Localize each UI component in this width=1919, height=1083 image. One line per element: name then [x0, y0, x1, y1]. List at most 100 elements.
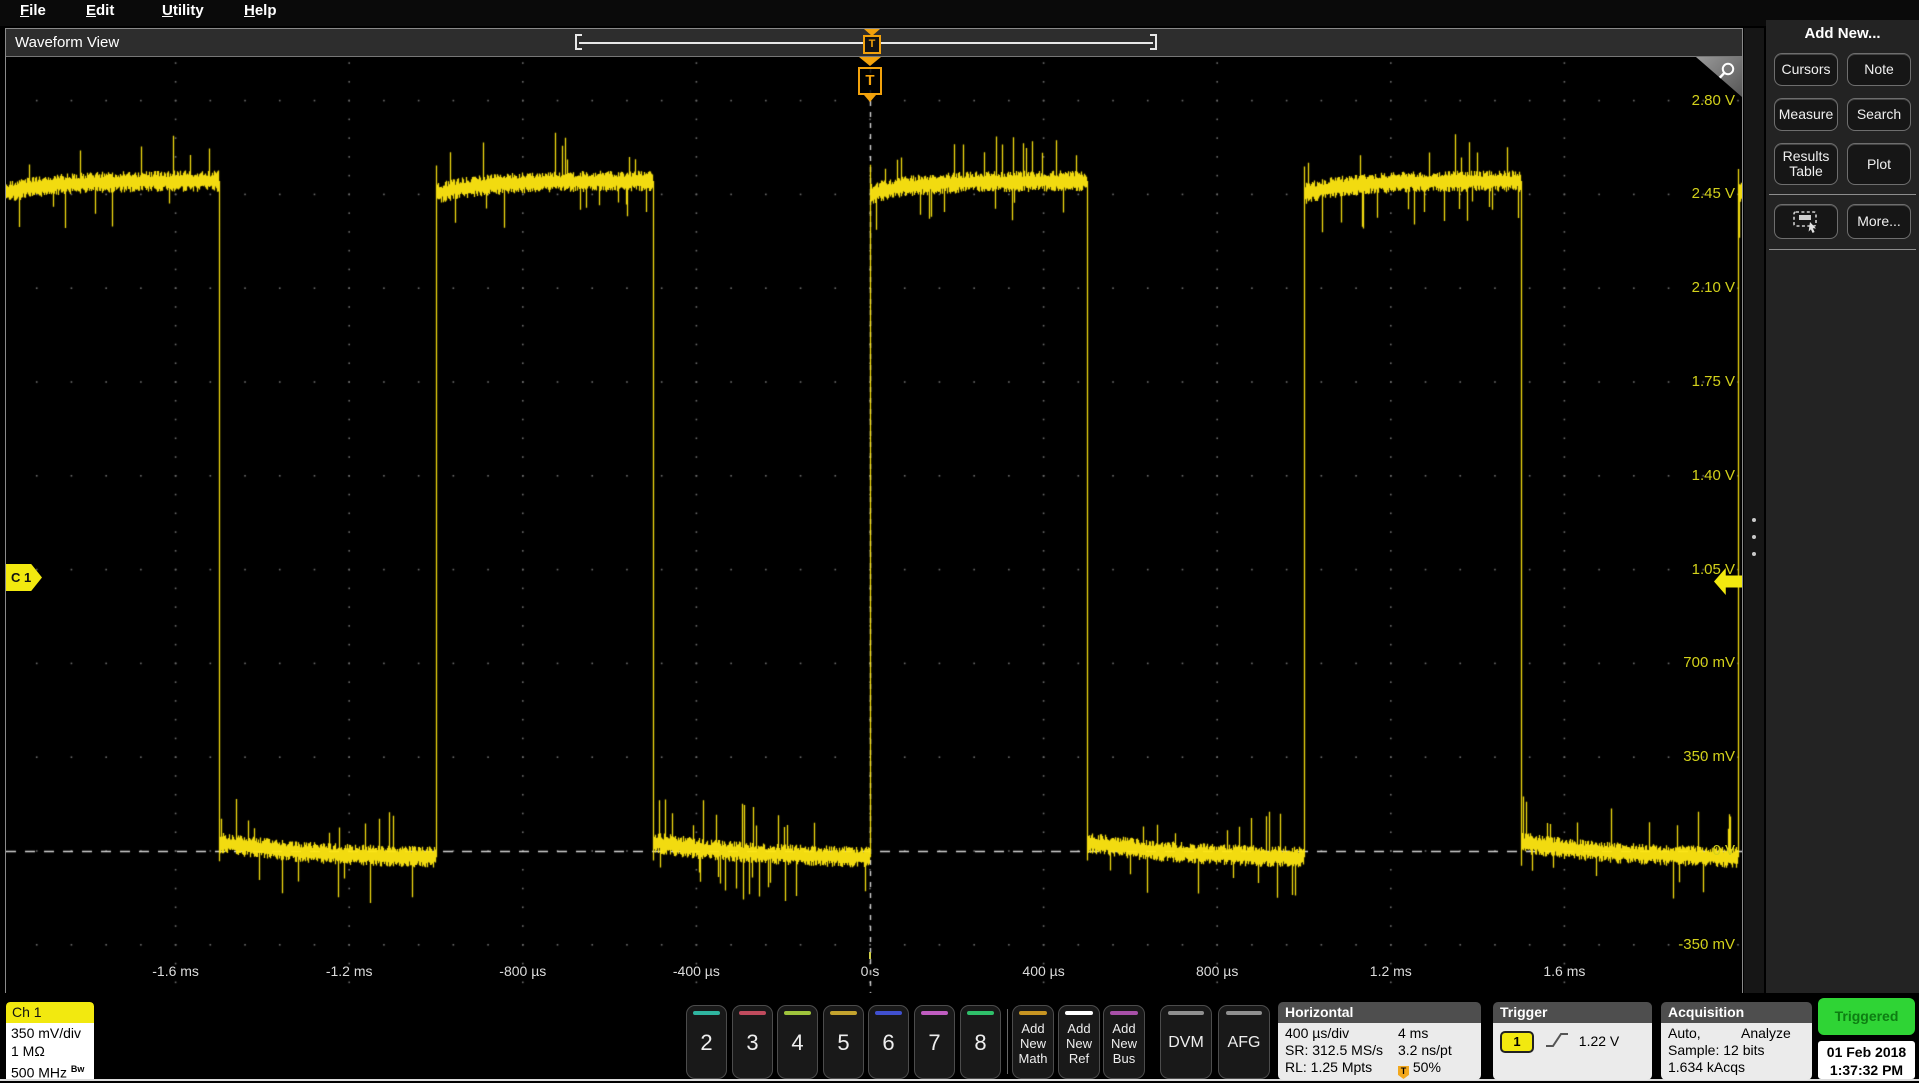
channel-8-button[interactable]: 8 — [960, 1005, 1001, 1079]
channel-button-label: 3 — [733, 1030, 772, 1056]
trigger-t-icon: T — [858, 67, 882, 95]
trigger-triangle-icon — [859, 57, 881, 66]
search-button[interactable]: Search — [1847, 98, 1911, 131]
zero-time-tick — [869, 952, 871, 959]
time-tick-label: -1.6 ms — [131, 963, 221, 979]
results-table-button[interactable]: Results Table — [1774, 143, 1838, 185]
voltage-tick-label: 1.75 V — [1655, 373, 1735, 390]
button-label: DVM — [1161, 1034, 1211, 1052]
button-color-stripe — [1019, 1011, 1047, 1015]
add-new-ref-button[interactable]: AddNewRef — [1058, 1005, 1100, 1079]
afg-button[interactable]: AFG — [1218, 1005, 1270, 1079]
time-label: 1:37:32 PM — [1818, 1061, 1915, 1079]
channel-color-stripe — [830, 1011, 857, 1015]
channel-button-label: 7 — [915, 1030, 954, 1056]
button-label: AddNewBus — [1104, 1021, 1144, 1066]
panel-divider — [1769, 194, 1916, 195]
trigger-badge[interactable]: Trigger 1 1.22 V — [1493, 1002, 1652, 1080]
acquisition-mode: Auto, — [1668, 1025, 1701, 1041]
waveform-canvas[interactable] — [6, 57, 1742, 993]
waveform-plot[interactable]: T C 1 2.80 V2.45 V2.10 V1.75 V1.40 V1.05… — [6, 57, 1742, 993]
acquisition-badge[interactable]: Acquisition Auto, Analyze Sample: 12 bit… — [1661, 1002, 1812, 1080]
date-label: 01 Feb 2018 — [1818, 1043, 1915, 1061]
button-color-stripe — [1226, 1011, 1262, 1015]
channel-color-stripe — [921, 1011, 948, 1015]
datetime-box: 01 Feb 2018 1:37:32 PM — [1818, 1041, 1915, 1079]
splitter-handle-dot — [1752, 535, 1756, 539]
channel-button-label: 4 — [778, 1030, 817, 1056]
channel-color-stripe — [875, 1011, 902, 1015]
splitter-handle-dot — [1752, 552, 1756, 556]
button-label: AFG — [1219, 1034, 1269, 1052]
channel-impedance: 1 MΩ — [11, 1042, 94, 1060]
channel-2-button[interactable]: 2 — [686, 1005, 727, 1079]
channel-button-label: 8 — [961, 1030, 1000, 1056]
add-new-bus-button[interactable]: AddNewBus — [1103, 1005, 1145, 1079]
cursors-button[interactable]: Cursors — [1774, 53, 1838, 86]
horizontal-scale: 400 µs/div — [1285, 1025, 1349, 1041]
record-view-right-bracket[interactable] — [1150, 34, 1157, 50]
channel-color-stripe — [967, 1011, 994, 1015]
menu-edit[interactable]: Edit — [86, 2, 114, 19]
acquisition-analyze: Analyze — [1741, 1025, 1791, 1041]
select-mode-button[interactable] — [1774, 204, 1838, 239]
channel-6-button[interactable]: 6 — [868, 1005, 909, 1079]
time-tick-label: 400 µs — [999, 963, 1089, 979]
plot-button[interactable]: Plot — [1847, 143, 1911, 185]
menu-help[interactable]: Help — [244, 2, 277, 19]
add-new-panel: Add New... Cursors Note Measure Search R… — [1766, 20, 1919, 993]
time-tick-label: 1.6 ms — [1519, 963, 1609, 979]
channel-4-button[interactable]: 4 — [777, 1005, 818, 1079]
button-color-stripe — [1110, 1011, 1138, 1015]
button-color-stripe — [1065, 1011, 1093, 1015]
sample-resolution: 3.2 ns/pt — [1398, 1042, 1452, 1058]
channel-1-badge-body: 350 mV/div 1 MΩ 500 MHz Bw — [6, 1023, 94, 1079]
menu-utility[interactable]: Utility — [162, 2, 204, 19]
add-new-math-button[interactable]: AddNewMath — [1012, 1005, 1054, 1079]
trigger-badge-body: 1 1.22 V — [1493, 1023, 1652, 1080]
channel-1-badge[interactable]: Ch 1 350 mV/div 1 MΩ 500 MHz Bw — [6, 1002, 94, 1079]
rising-edge-icon — [1544, 1030, 1570, 1050]
acquisition-badge-title: Acquisition — [1661, 1002, 1812, 1023]
more-button[interactable]: More... — [1847, 204, 1911, 239]
trigger-t-icon: T — [863, 35, 881, 54]
horizontal-badge[interactable]: Horizontal 400 µs/div 4 ms SR: 312.5 MS/… — [1278, 1002, 1481, 1080]
trigger-position-marker-small[interactable]: T — [863, 29, 881, 54]
channel-color-stripe — [693, 1011, 720, 1015]
channel-add-separator — [1007, 1009, 1008, 1074]
trigger-flag-tip — [864, 95, 876, 102]
channel-5-button[interactable]: 5 — [823, 1005, 864, 1079]
button-label: AddNewRef — [1059, 1021, 1099, 1066]
time-tick-label: -1.2 ms — [304, 963, 394, 979]
selection-box-icon — [1791, 210, 1821, 234]
panel-divider — [1769, 249, 1916, 250]
menu-file[interactable]: File — [20, 2, 46, 19]
time-tick-label: 0 s — [825, 963, 915, 979]
trigger-level: 1.22 V — [1579, 1033, 1619, 1049]
channel-3-button[interactable]: 3 — [732, 1005, 773, 1079]
waveform-view-header: Waveform View T — [6, 29, 1742, 57]
time-tick-label: 1.2 ms — [1346, 963, 1436, 979]
menu-bar: File Edit Utility Help — [0, 0, 1919, 26]
panel-splitter[interactable] — [1744, 28, 1764, 993]
splitter-handle-dot — [1752, 518, 1756, 522]
channel-7-button[interactable]: 7 — [914, 1005, 955, 1079]
voltage-tick-label: -350 mV — [1655, 936, 1735, 953]
voltage-tick-label: 2.10 V — [1655, 279, 1735, 296]
channel-color-stripe — [739, 1011, 766, 1015]
voltage-tick-label: 350 mV — [1655, 748, 1735, 765]
voltage-tick-label: 2.80 V — [1655, 92, 1735, 109]
record-view-left-bracket[interactable] — [575, 34, 582, 50]
trigger-indicator-flag[interactable]: T — [858, 57, 882, 102]
note-button[interactable]: Note — [1847, 53, 1911, 86]
sample-rate: SR: 312.5 MS/s — [1285, 1042, 1383, 1058]
acquisition-badge-body: Auto, Analyze Sample: 12 bits 1.634 kAcq… — [1661, 1023, 1812, 1080]
acquisition-sample: Sample: 12 bits — [1668, 1042, 1765, 1058]
waveform-view-window: Waveform View T T C 1 2.80 V2.45 V2.10 V… — [5, 28, 1743, 993]
measure-button[interactable]: Measure — [1774, 98, 1838, 131]
trigger-status-badge: Triggered — [1818, 998, 1915, 1035]
trigger-badge-title: Trigger — [1493, 1002, 1652, 1023]
acquisition-count: 1.634 kAcqs — [1668, 1059, 1745, 1075]
dvm-button[interactable]: DVM — [1160, 1005, 1212, 1079]
trigger-position: T 50% — [1398, 1059, 1441, 1079]
